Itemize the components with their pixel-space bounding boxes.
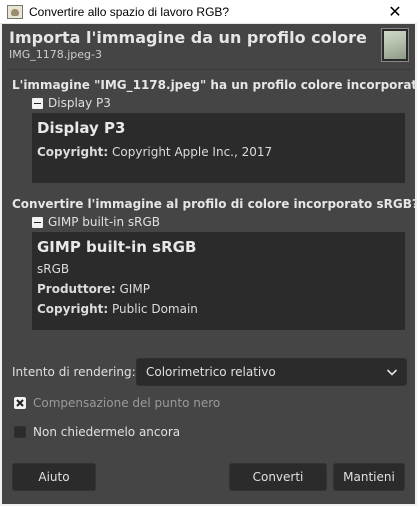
embedded-profile-message: L'immagine "IMG_1178.jpeg" ha un profilo… xyxy=(12,78,417,92)
manufacturer-label: Produttore: xyxy=(37,282,116,296)
embedded-profile-details: Display P3 Copyright: Copyright Apple In… xyxy=(32,113,405,183)
keep-button[interactable]: Mantieni xyxy=(333,463,405,491)
copyright-value: Public Domain xyxy=(112,302,198,316)
close-icon[interactable]: ✕ xyxy=(373,0,417,24)
chevron-down-icon[interactable] xyxy=(386,366,398,378)
target-profile-expander[interactable]: GIMP built-in sRGB xyxy=(32,214,160,230)
target-copyright: Copyright: Public Domain xyxy=(37,302,400,316)
target-manufacturer: Produttore: GIMP xyxy=(37,282,400,296)
thumbnail-picture xyxy=(384,31,406,59)
manufacturer-value: GIMP xyxy=(119,282,150,296)
target-profile-details: GIMP built-in sRGB sRGB Produttore: GIMP… xyxy=(32,232,405,330)
target-expander-label: GIMP built-in sRGB xyxy=(48,215,161,229)
color-profile-dialog: Importa l'immagine da un profilo colore … xyxy=(2,24,417,504)
embedded-copyright: Copyright: Copyright Apple Inc., 2017 xyxy=(37,145,400,159)
convert-button[interactable]: Converti xyxy=(229,463,327,491)
copyright-label: Copyright: xyxy=(37,145,109,159)
rendering-intent-value: Colorimetrico relativo xyxy=(146,365,276,379)
dialog-header: Importa l'immagine da un profilo colore … xyxy=(2,24,415,68)
image-name: IMG_1178.jpeg-3 xyxy=(9,48,103,61)
dont-ask-again-checkbox[interactable]: Non chiedermelo ancora xyxy=(14,424,180,440)
checkbox-box[interactable] xyxy=(14,426,26,438)
rendering-intent-row: Intento di rendering: Colorimetrico rela… xyxy=(12,358,407,386)
rendering-intent-combo[interactable]: Colorimetrico relativo xyxy=(136,358,407,386)
help-button[interactable]: Aiuto xyxy=(12,463,96,491)
window-title: Convertire allo spazio di lavoro RGB? xyxy=(29,4,230,19)
image-thumbnail xyxy=(381,28,409,62)
header-separator xyxy=(6,69,411,70)
convert-question: Convertire l'immagine al profilo di colo… xyxy=(12,197,417,211)
window-titlebar: Convertire allo spazio di lavoro RGB? ✕ xyxy=(0,0,417,24)
collapse-minus-icon[interactable] xyxy=(32,97,43,109)
rendering-intent-label: Intento di rendering: xyxy=(12,365,136,379)
embedded-profile-expander[interactable]: Display P3 xyxy=(32,95,111,111)
gimp-window-icon xyxy=(7,4,23,19)
black-point-compensation-checkbox[interactable]: Compensazione del punto nero xyxy=(14,395,220,411)
black-point-label: Compensazione del punto nero xyxy=(33,396,221,410)
dialog-title: Importa l'immagine da un profilo colore xyxy=(9,28,367,47)
collapse-minus-icon[interactable] xyxy=(32,216,43,228)
embedded-profile-name: Display P3 xyxy=(37,119,126,137)
copyright-label: Copyright: xyxy=(37,302,109,316)
dont-ask-label: Non chiedermelo ancora xyxy=(33,425,181,439)
embedded-expander-label: Display P3 xyxy=(48,96,111,110)
copyright-value: Copyright Apple Inc., 2017 xyxy=(112,145,273,159)
target-profile-name: GIMP built-in sRGB xyxy=(37,238,197,256)
x-check-icon[interactable] xyxy=(14,397,26,409)
target-profile-description: sRGB xyxy=(37,262,70,276)
